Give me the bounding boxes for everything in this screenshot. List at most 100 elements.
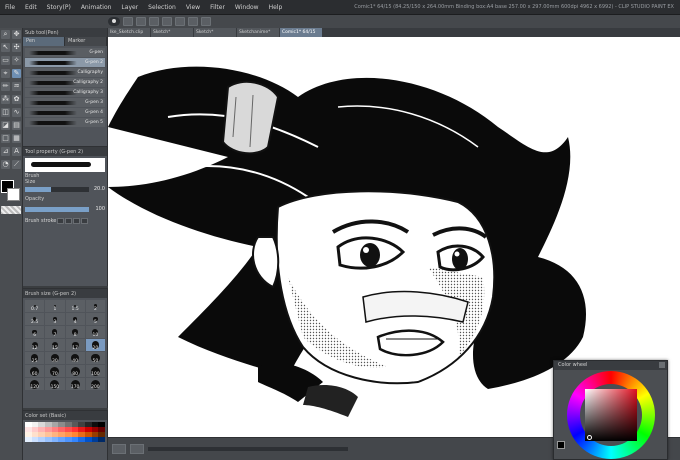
brush-item[interactable]: G-pen 3 xyxy=(25,98,105,107)
palette-color-swatch[interactable] xyxy=(71,437,79,442)
brush-item[interactable]: G-pen 5 xyxy=(25,118,105,127)
navigator-button[interactable] xyxy=(112,444,126,454)
brush-stroke-option[interactable] xyxy=(81,218,89,224)
auto-select-tool-icon[interactable]: ✧ xyxy=(12,56,21,65)
palette-color-swatch[interactable] xyxy=(51,437,59,442)
horizontal-scrollbar[interactable] xyxy=(148,447,348,451)
brush-size-option[interactable]: 8 xyxy=(65,326,85,338)
brush-stroke-option[interactable] xyxy=(65,218,73,224)
doc-tab[interactable]: Sketchanime* xyxy=(237,28,279,37)
brush-size-option[interactable]: 5 xyxy=(85,313,105,325)
palette-color-swatch[interactable] xyxy=(38,437,45,442)
palette-color-swatch[interactable] xyxy=(98,437,105,442)
fit-view-button[interactable] xyxy=(130,444,144,454)
text-tool-icon[interactable]: A xyxy=(12,147,21,156)
figure-tool-icon[interactable]: □ xyxy=(1,134,10,143)
opacity-slider[interactable] xyxy=(25,206,89,212)
frame-tool-icon[interactable]: ▦ xyxy=(12,134,21,143)
blend-tool-icon[interactable]: ∿ xyxy=(12,108,21,117)
palette-color-swatch[interactable] xyxy=(44,437,52,442)
save-icon[interactable] xyxy=(149,17,159,26)
ruler-tool-icon[interactable]: ⊿ xyxy=(1,147,10,156)
menu-help[interactable]: Help xyxy=(264,0,288,15)
brush-size-option[interactable]: 20 xyxy=(85,339,105,351)
menu-file[interactable]: File xyxy=(0,0,20,15)
brush-size-option[interactable]: 2.5 xyxy=(25,313,45,325)
menu-view[interactable]: View xyxy=(181,0,205,15)
view-eye-icon[interactable] xyxy=(108,17,120,26)
opacity-value[interactable]: 100 xyxy=(91,206,105,212)
brush-size-option[interactable]: 120 xyxy=(25,378,45,390)
brush-item[interactable]: G-pen 4 xyxy=(25,108,105,117)
menu-animation[interactable]: Animation xyxy=(76,0,117,15)
correct-line-tool-icon[interactable]: ⟋ xyxy=(12,160,21,169)
transparent-color-swatch[interactable] xyxy=(1,206,21,214)
palette-color-swatch[interactable] xyxy=(64,437,72,442)
brush-size-option[interactable]: 10 xyxy=(85,326,105,338)
brush-size-option[interactable]: 1.5 xyxy=(65,300,85,312)
redo-icon[interactable] xyxy=(175,17,185,26)
brush-size-option[interactable]: 12 xyxy=(25,339,45,351)
new-file-icon[interactable] xyxy=(123,17,133,26)
eyedropper-tool-icon[interactable]: ⌖ xyxy=(1,69,10,78)
tab-marker[interactable]: Marker xyxy=(65,37,107,46)
brush-size-option[interactable]: 4 xyxy=(65,313,85,325)
brush-size-option[interactable]: 70 xyxy=(45,365,65,377)
brush-size-value[interactable]: 20.0 xyxy=(91,186,105,192)
open-icon[interactable] xyxy=(136,17,146,26)
color-selector-ring[interactable] xyxy=(587,435,592,440)
move-layer-tool-icon[interactable]: ✣ xyxy=(12,43,21,52)
move-tool-icon[interactable]: ✥ xyxy=(12,30,21,39)
airbrush-tool-icon[interactable]: ⁂ xyxy=(1,95,10,104)
fill-tool-icon[interactable]: ◪ xyxy=(1,121,10,130)
eraser-tool-icon[interactable]: ◫ xyxy=(1,108,10,117)
brush-size-option[interactable]: 3 xyxy=(45,313,65,325)
palette-color-swatch[interactable] xyxy=(84,437,92,442)
brush-stroke-option[interactable] xyxy=(73,218,81,224)
brush-item[interactable]: Calligraphy 2 xyxy=(25,78,105,87)
brush-size-option[interactable]: 1 xyxy=(45,300,65,312)
brush-item[interactable]: Calligraphy xyxy=(25,68,105,77)
brush-size-option[interactable]: 6 xyxy=(25,326,45,338)
menu-layer[interactable]: Layer xyxy=(116,0,143,15)
brush-size-option[interactable]: 2 xyxy=(85,300,105,312)
balloon-tool-icon[interactable]: ◔ xyxy=(1,160,10,169)
palette-color-swatch[interactable] xyxy=(78,437,85,442)
tab-pen[interactable]: Pen xyxy=(23,37,65,46)
operation-tool-icon[interactable]: ↖ xyxy=(1,43,10,52)
undo-icon[interactable] xyxy=(162,17,172,26)
brush-size-option[interactable]: 150 xyxy=(45,378,65,390)
brush-size-slider[interactable] xyxy=(25,186,89,192)
brush-item[interactable]: G-pen 2 xyxy=(25,58,105,67)
brush-item[interactable]: G-pen xyxy=(25,48,105,57)
brush-size-option[interactable]: 170 xyxy=(65,378,85,390)
palette-color-swatch[interactable] xyxy=(91,437,99,442)
menu-selection[interactable]: Selection xyxy=(143,0,181,15)
brush-size-option[interactable]: 30 xyxy=(45,352,65,364)
palette-color-swatch[interactable] xyxy=(58,437,65,442)
pen-tool-icon[interactable]: ✎ xyxy=(12,69,21,78)
zoom-tool-icon[interactable]: ⌕ xyxy=(1,30,10,39)
sub-color-swatch[interactable] xyxy=(7,188,20,201)
palette-color-swatch[interactable] xyxy=(31,437,39,442)
brush-size-option[interactable]: 50 xyxy=(85,352,105,364)
menu-filter[interactable]: Filter xyxy=(205,0,230,15)
current-color-swatch[interactable] xyxy=(557,441,565,449)
transform-icon[interactable] xyxy=(201,17,211,26)
brush-tool-icon[interactable]: ♒ xyxy=(12,82,21,91)
brush-stroke-option[interactable] xyxy=(57,218,65,224)
brush-size-option[interactable]: 0.7 xyxy=(25,300,45,312)
clear-icon[interactable] xyxy=(188,17,198,26)
saturation-value-square[interactable] xyxy=(585,389,637,441)
brush-size-option[interactable]: 40 xyxy=(65,352,85,364)
brush-size-option[interactable]: 200 xyxy=(85,378,105,390)
brush-size-option[interactable]: 7 xyxy=(45,326,65,338)
menu-window[interactable]: Window xyxy=(230,0,264,15)
decoration-tool-icon[interactable]: ✿ xyxy=(12,95,21,104)
brush-size-option[interactable]: 25 xyxy=(25,352,45,364)
selection-tool-icon[interactable]: ▭ xyxy=(1,56,10,65)
close-icon[interactable] xyxy=(659,362,665,368)
menu-story[interactable]: Story(P) xyxy=(42,0,76,15)
doc-tab[interactable]: Sketch* xyxy=(194,28,236,37)
brush-size-option[interactable]: 100 xyxy=(85,365,105,377)
